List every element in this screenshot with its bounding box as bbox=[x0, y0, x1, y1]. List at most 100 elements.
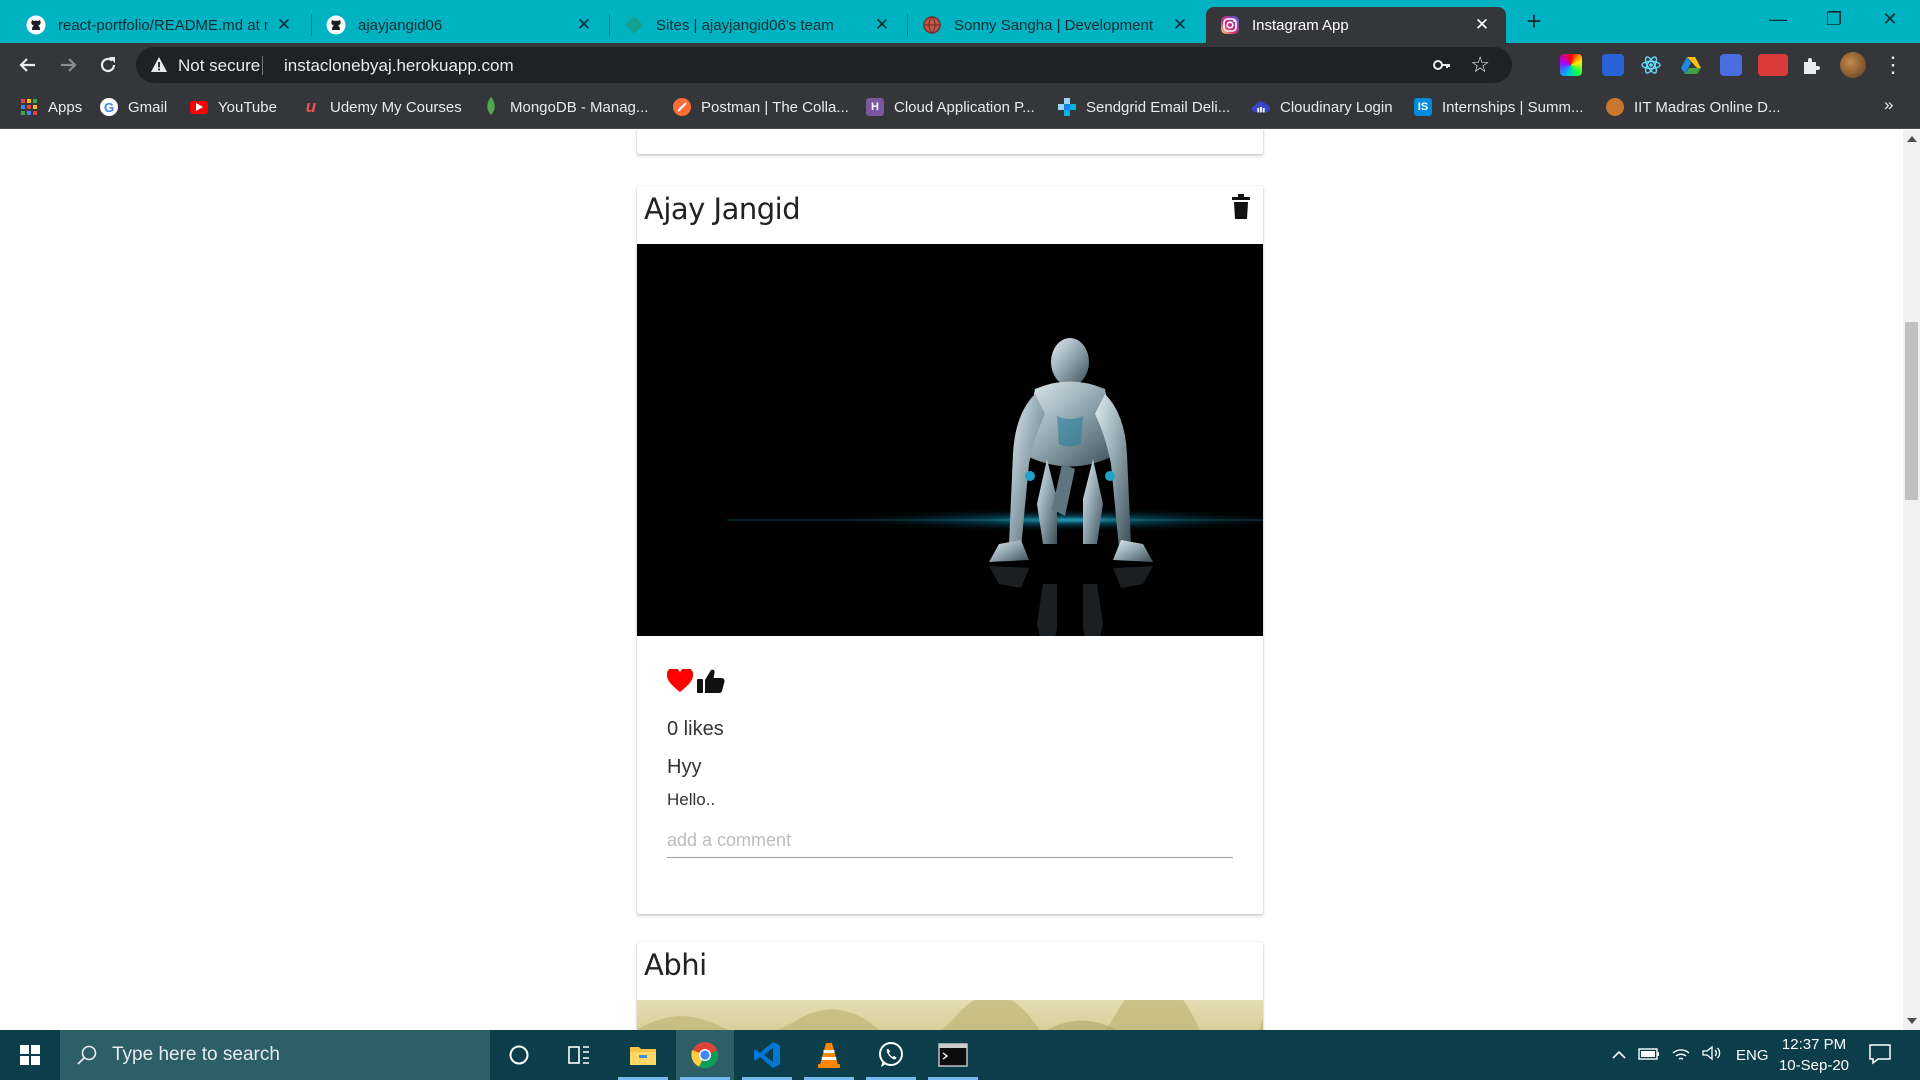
close-tab-icon[interactable]: ✕ bbox=[274, 15, 294, 35]
warning-icon[interactable] bbox=[150, 56, 168, 79]
post-caption-title: Hyy bbox=[667, 756, 702, 778]
extensions-puzzle-icon[interactable] bbox=[1800, 54, 1822, 76]
taskbar-search-box[interactable]: Type here to search bbox=[60, 1030, 490, 1080]
whatsapp-icon[interactable] bbox=[862, 1030, 920, 1080]
windows-taskbar: Type here to search ENG 12:37 PM 10-Sep-… bbox=[0, 1030, 1920, 1080]
post-author: Ajay Jangid bbox=[644, 192, 801, 226]
tab-netlify-sites[interactable]: Sites | ajayjangid06's team ✕ bbox=[610, 7, 906, 43]
task-view-icon[interactable] bbox=[550, 1030, 608, 1080]
vscode-icon[interactable] bbox=[738, 1030, 796, 1080]
react-devtools-icon[interactable] bbox=[1640, 54, 1662, 76]
tab-title: react-portfolio/README.md at m bbox=[58, 16, 268, 34]
browser-toolbar: Not secure instaclonebyaj.herokuapp.com … bbox=[0, 43, 1920, 87]
postman-icon bbox=[673, 98, 691, 116]
tab-sonny-sangha[interactable]: Sonny Sangha | Development ✕ bbox=[908, 7, 1204, 43]
scroll-up-arrow-icon[interactable] bbox=[1907, 136, 1917, 142]
profile-avatar[interactable] bbox=[1840, 52, 1866, 78]
wifi-icon[interactable] bbox=[1666, 1045, 1696, 1065]
url-text[interactable]: instaclonebyaj.herokuapp.com bbox=[284, 56, 514, 76]
tab-react-portfolio[interactable]: react-portfolio/README.md at m ✕ bbox=[12, 7, 308, 43]
udemy-icon: u bbox=[305, 97, 317, 116]
google-drive-icon[interactable] bbox=[1680, 54, 1702, 76]
clock-time: 12:37 PM bbox=[1781, 1036, 1847, 1053]
bookmark-label: YouTube bbox=[218, 98, 277, 116]
language-indicator[interactable]: ENG bbox=[1736, 1047, 1769, 1064]
new-badge-extension-icon[interactable] bbox=[1758, 54, 1788, 76]
forward-button[interactable] bbox=[54, 51, 82, 79]
reload-button[interactable] bbox=[94, 51, 122, 79]
github-icon bbox=[326, 15, 346, 35]
bookmark-label: Sendgrid Email Deli... bbox=[1086, 98, 1231, 116]
bookmark-mongodb[interactable]: MongoDB - Manag... bbox=[482, 95, 648, 119]
close-tab-icon[interactable]: ✕ bbox=[872, 15, 892, 35]
post-actions bbox=[666, 667, 725, 699]
address-bar[interactable]: Not secure instaclonebyaj.herokuapp.com … bbox=[136, 47, 1512, 83]
comment-input[interactable] bbox=[667, 824, 1233, 858]
close-window-button[interactable]: ✕ bbox=[1862, 0, 1918, 40]
window-extension-icon[interactable] bbox=[1720, 54, 1742, 76]
bookmark-label: Udemy My Courses bbox=[330, 98, 462, 116]
browser-menu-icon[interactable]: ⋮ bbox=[1882, 52, 1904, 78]
bookmark-label: Cloud Application P... bbox=[894, 98, 1035, 116]
file-explorer-icon[interactable] bbox=[614, 1030, 672, 1080]
close-tab-icon[interactable]: ✕ bbox=[1472, 15, 1492, 35]
post-author: Abhi bbox=[644, 948, 707, 982]
vlc-icon[interactable] bbox=[800, 1030, 858, 1080]
forward-arrow-icon bbox=[61, 58, 77, 72]
minimize-button[interactable]: — bbox=[1750, 0, 1806, 40]
scroll-down-arrow-icon[interactable] bbox=[1907, 1018, 1917, 1024]
system-tray: ENG bbox=[1606, 1030, 1769, 1080]
bookmark-label: Cloudinary Login bbox=[1280, 98, 1393, 116]
bookmark-apps[interactable]: Apps bbox=[20, 95, 82, 119]
bookmark-youtube[interactable]: YouTube bbox=[190, 95, 277, 119]
tray-chevron-icon[interactable] bbox=[1606, 1047, 1632, 1064]
bookmarks-overflow-button[interactable]: » bbox=[1884, 95, 1893, 115]
bookmark-iit-madras[interactable]: IIT Madras Online D... bbox=[1606, 95, 1780, 119]
bookmark-internshala[interactable]: IS Internships | Summ... bbox=[1414, 95, 1583, 119]
heart-icon[interactable] bbox=[666, 667, 694, 698]
delete-icon[interactable] bbox=[1231, 194, 1251, 220]
post-image bbox=[637, 979, 1263, 1030]
heroku-icon: H bbox=[866, 98, 884, 116]
instagram-icon bbox=[1220, 15, 1240, 35]
tab-title: Sonny Sangha | Development bbox=[954, 16, 1154, 34]
bookmark-sendgrid[interactable]: Sendgrid Email Deli... bbox=[1058, 95, 1230, 119]
bookmark-star-icon[interactable]: ☆ bbox=[1470, 52, 1490, 78]
bookmarks-bar: Apps G Gmail YouTube u Udemy My Courses … bbox=[0, 87, 1920, 129]
taskbar-clock[interactable]: 12:37 PM 10-Sep-20 bbox=[1770, 1034, 1858, 1076]
volume-icon[interactable] bbox=[1696, 1045, 1726, 1065]
close-tab-icon[interactable]: ✕ bbox=[1170, 15, 1190, 35]
cortana-icon[interactable] bbox=[490, 1030, 548, 1080]
battery-icon[interactable] bbox=[1632, 1047, 1666, 1064]
key-icon[interactable] bbox=[1432, 55, 1452, 80]
thumbs-up-icon[interactable] bbox=[697, 668, 725, 699]
bookmark-label: IIT Madras Online D... bbox=[1634, 98, 1781, 116]
notification-icon[interactable] bbox=[1868, 1042, 1892, 1066]
start-button[interactable] bbox=[0, 1030, 60, 1080]
tab-instagram-app[interactable]: Instagram App ✕ bbox=[1206, 7, 1506, 43]
bookmark-heroku[interactable]: H Cloud Application P... bbox=[866, 95, 1035, 119]
bookmark-gmail[interactable]: G Gmail bbox=[100, 95, 167, 119]
security-label[interactable]: Not secure bbox=[178, 56, 260, 76]
tab-title: Instagram App bbox=[1252, 16, 1349, 34]
color-picker-extension-icon[interactable] bbox=[1560, 54, 1582, 76]
page-scrollbar[interactable] bbox=[1903, 130, 1920, 1030]
bookmark-label: Apps bbox=[48, 98, 83, 116]
page-viewport: Ajay Jangid 0 likes Hyy Hello.. add a co… bbox=[0, 130, 1903, 1030]
restore-button[interactable]: ❐ bbox=[1806, 0, 1862, 40]
bookmark-postman[interactable]: Postman | The Colla... bbox=[673, 95, 849, 119]
scrollbar-thumb[interactable] bbox=[1905, 322, 1918, 500]
youtube-icon bbox=[190, 100, 208, 114]
bookmark-udemy[interactable]: u Udemy My Courses bbox=[302, 95, 462, 119]
bookmark-label: Internships | Summ... bbox=[1442, 98, 1584, 116]
chrome-icon[interactable] bbox=[676, 1030, 734, 1080]
pen-extension-icon[interactable] bbox=[1602, 54, 1624, 76]
close-tab-icon[interactable]: ✕ bbox=[574, 15, 594, 35]
post-caption-body: Hello.. bbox=[667, 790, 716, 809]
bookmark-cloudinary[interactable]: Cloudinary Login bbox=[1252, 95, 1393, 119]
back-button[interactable] bbox=[14, 51, 42, 79]
windows-logo-icon bbox=[20, 1045, 40, 1065]
terminal-icon[interactable] bbox=[924, 1030, 982, 1080]
tab-ajayjangid06[interactable]: ajayjangid06 ✕ bbox=[312, 7, 608, 43]
new-tab-button[interactable]: + bbox=[1520, 8, 1548, 36]
